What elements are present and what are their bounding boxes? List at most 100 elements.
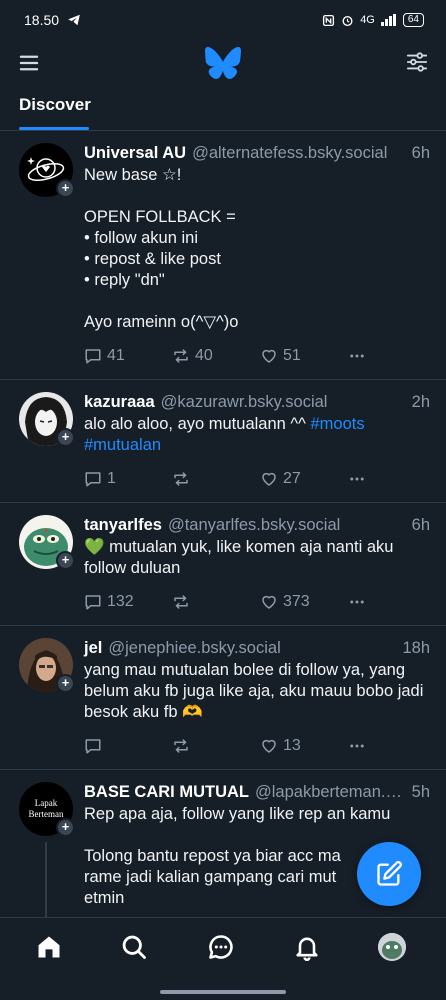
repost-icon — [174, 472, 188, 486]
post-handle[interactable]: @kazurawr.bsky.social — [161, 392, 404, 412]
home-indicator-bar — [160, 990, 286, 994]
profile-avatar[interactable] — [378, 933, 406, 961]
compose-icon — [377, 861, 402, 886]
hashtag-link[interactable]: #moots — [310, 415, 364, 433]
follow-plus-icon[interactable]: + — [56, 179, 75, 198]
reply-icon — [85, 595, 101, 610]
reply-count: 41 — [107, 347, 125, 364]
post-actions: 1 27 — [84, 468, 430, 490]
signal-icon — [380, 14, 396, 26]
alarm-icon — [342, 15, 353, 26]
follow-plus-icon[interactable]: + — [56, 818, 75, 837]
reply-button[interactable] — [84, 737, 172, 755]
heart-icon — [262, 739, 276, 753]
like-button[interactable]: 27 — [260, 470, 348, 488]
reply-icon — [85, 739, 101, 754]
like-count: 27 — [283, 470, 301, 487]
home-icon[interactable] — [35, 933, 63, 961]
active-tab-indicator — [19, 127, 89, 130]
post-time: 6h — [411, 516, 430, 534]
repost-count: 40 — [195, 347, 213, 364]
post-handle[interactable]: @alternatefess.bsky.social — [192, 143, 404, 163]
reply-button[interactable]: 132 — [84, 593, 172, 611]
like-button[interactable]: 373 — [260, 593, 348, 611]
post-time: 5h — [411, 783, 430, 801]
more-options-button[interactable] — [348, 737, 366, 755]
like-count: 373 — [283, 593, 310, 610]
bottom-navigation — [0, 917, 446, 1000]
repost-button[interactable] — [172, 470, 260, 488]
more-options-button[interactable] — [348, 347, 366, 365]
feed-post[interactable]: + kazuraaa @kazurawr.bsky.social 2h alo … — [0, 380, 446, 503]
post-actions: 132 373 — [84, 591, 430, 613]
like-button[interactable]: 51 — [260, 347, 348, 365]
nfc-icon — [323, 14, 335, 26]
network-label: 4G — [360, 14, 375, 26]
post-text-body: alo alo aloo, ayo mutualann ^^ — [84, 415, 311, 433]
more-dots-icon — [350, 600, 364, 604]
repost-icon — [174, 595, 188, 609]
reply-icon — [85, 472, 101, 487]
post-handle[interactable]: @tanyarlfes.bsky.social — [168, 515, 404, 535]
like-count: 51 — [283, 347, 301, 364]
repost-button[interactable] — [172, 593, 260, 611]
feed-post[interactable]: + jel @jenephiee.bsky.social 18h yang ma… — [0, 626, 446, 770]
reply-count: 1 — [107, 470, 116, 487]
follow-plus-icon[interactable]: + — [56, 551, 75, 570]
repost-icon — [174, 349, 188, 363]
reply-button[interactable]: 41 — [84, 347, 172, 365]
post-time: 2h — [411, 393, 430, 411]
more-dots-icon — [350, 744, 364, 748]
more-options-button[interactable] — [348, 470, 366, 488]
tab-discover[interactable]: Discover — [19, 95, 91, 115]
search-icon[interactable] — [120, 933, 148, 961]
follow-plus-icon[interactable]: + — [56, 674, 75, 693]
repost-button[interactable]: 40 — [172, 347, 260, 365]
post-actions: 41 40 51 — [84, 345, 430, 367]
post-text: New base ☆! OPEN FOLLBACK = • follow aku… — [84, 166, 239, 331]
repost-icon — [174, 739, 188, 753]
hashtag-link[interactable]: #mutualan — [84, 436, 161, 454]
bell-icon[interactable] — [293, 933, 321, 961]
avatar-text: Lapak Berteman — [28, 798, 64, 819]
post-author[interactable]: jel — [84, 638, 102, 658]
more-options-button[interactable] — [348, 593, 366, 611]
post-text: alo alo aloo, ayo mutualann ^^ #moots #m… — [84, 414, 430, 456]
status-bar: 18.50 4G 64 — [0, 0, 446, 40]
battery-indicator: 64 — [402, 13, 424, 27]
post-handle[interactable]: @jenephiee.bsky.social — [108, 638, 394, 658]
sliders-icon[interactable] — [406, 51, 428, 73]
thread-line — [45, 842, 47, 917]
hamburger-menu-icon[interactable] — [18, 52, 40, 74]
follow-plus-icon[interactable]: + — [56, 428, 75, 447]
like-button[interactable]: 13 — [260, 737, 348, 755]
feed-tabs: Discover — [0, 86, 446, 131]
reply-button[interactable]: 1 — [84, 470, 172, 488]
post-feed[interactable]: + Universal AU @alternatefess.bsky.socia… — [0, 131, 446, 917]
status-time: 18.50 — [24, 12, 60, 28]
post-author[interactable]: tanyarlfes — [84, 515, 162, 535]
post-time: 18h — [402, 639, 430, 657]
more-dots-icon — [350, 354, 364, 358]
post-handle[interactable]: @lapakberteman.b... — [255, 782, 404, 802]
repost-button[interactable] — [172, 737, 260, 755]
post-time: 6h — [411, 144, 430, 162]
reply-icon — [85, 349, 101, 364]
compose-button[interactable] — [357, 842, 421, 906]
post-author[interactable]: kazuraaa — [84, 392, 155, 412]
post-actions: 13 — [84, 735, 430, 757]
heart-icon — [262, 349, 276, 363]
heart-icon — [262, 595, 276, 609]
feed-post[interactable]: + Universal AU @alternatefess.bsky.socia… — [0, 131, 446, 380]
telegram-icon — [68, 14, 80, 26]
post-author[interactable]: BASE CARI MUTUAL — [84, 782, 249, 802]
reply-count: 132 — [107, 593, 134, 610]
chat-icon[interactable] — [207, 933, 235, 961]
heart-icon — [262, 472, 276, 486]
like-count: 13 — [283, 737, 301, 754]
feed-post[interactable]: + tanyarlfes @tanyarlfes.bsky.social 6h … — [0, 503, 446, 626]
post-text: yang mau mutualan bolee di follow ya, ya… — [84, 661, 428, 721]
post-author[interactable]: Universal AU — [84, 143, 186, 163]
butterfly-logo-icon[interactable] — [205, 46, 241, 80]
more-dots-icon — [350, 477, 364, 481]
